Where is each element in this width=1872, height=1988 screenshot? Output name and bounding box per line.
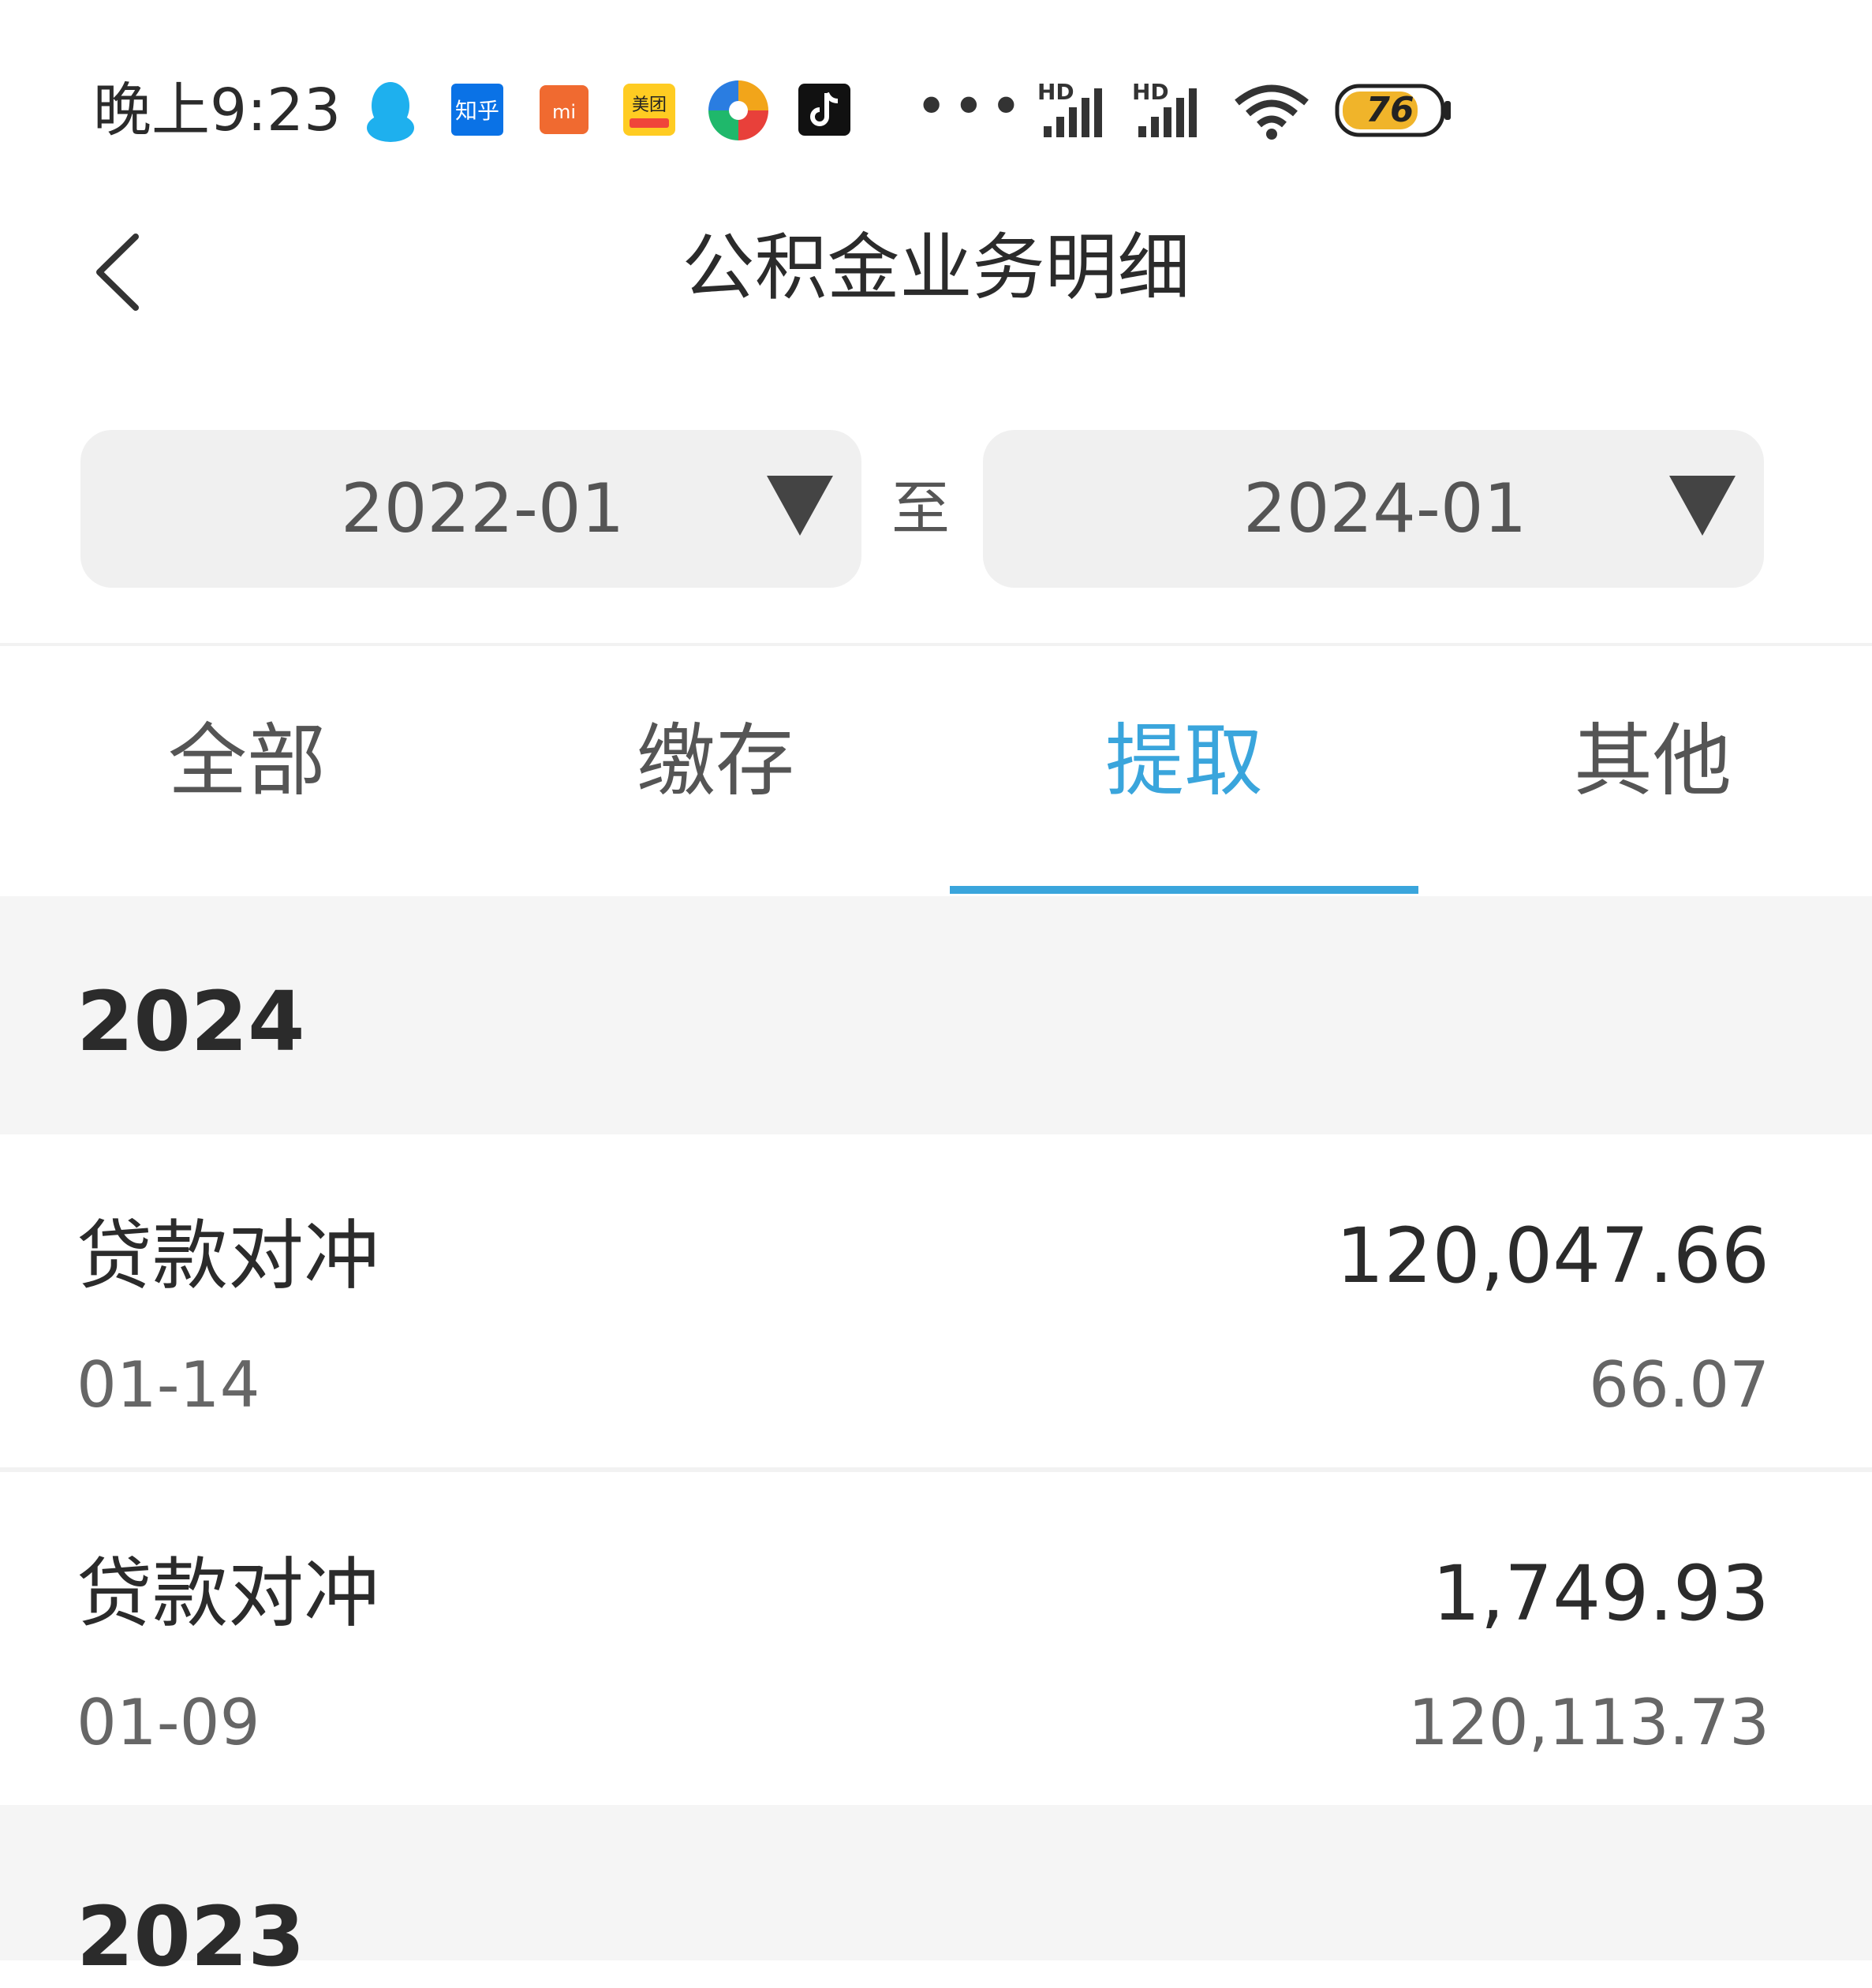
status-bar: 晚上9:23 知乎 mi 美团 ••• HD HD 76 — [0, 0, 1872, 181]
year-label: 2024 — [77, 973, 305, 1070]
record-type: 贷款对冲 — [77, 1549, 379, 1638]
divider — [0, 643, 1872, 646]
tab-withdraw[interactable]: 提取 — [950, 710, 1418, 813]
end-date-value: 2024-01 — [1243, 469, 1527, 548]
list-item[interactable]: 贷款对冲 1,749.93 01-09 120,113.73 — [0, 1472, 1872, 1805]
svg-text:美团: 美团 — [632, 95, 667, 115]
record-balance: 66.07 — [1588, 1348, 1769, 1422]
status-time: 晚上9:23 — [93, 77, 342, 144]
colorful-app-icon — [708, 80, 768, 140]
mi-icon: mi — [540, 85, 589, 134]
date-range-separator: 至 — [891, 475, 950, 543]
signal-strength-icon: HD — [1037, 79, 1116, 142]
tab-other[interactable]: 其他 — [1418, 710, 1872, 813]
start-date-value: 2022-01 — [341, 469, 625, 548]
meituan-icon: 美团 — [623, 84, 675, 136]
end-date-select[interactable]: 2024-01 — [983, 430, 1764, 588]
year-header: 2024 — [0, 896, 1872, 1134]
page-title: 公积金业务明细 — [682, 226, 1190, 310]
svg-text:mi: mi — [552, 101, 576, 123]
tiktok-icon — [798, 84, 850, 136]
record-date: 01-09 — [77, 1686, 260, 1759]
dropdown-triangle-icon — [1669, 476, 1736, 536]
battery-icon: 76 — [1335, 84, 1453, 137]
dropdown-triangle-icon — [767, 476, 833, 536]
qq-icon — [367, 82, 414, 142]
record-balance: 120,113.73 — [1407, 1686, 1769, 1759]
record-type: 贷款对冲 — [77, 1212, 379, 1300]
wifi-icon — [1235, 84, 1309, 140]
year-header: 2023 — [0, 1805, 1872, 1985]
tab-all[interactable]: 全部 — [13, 710, 481, 813]
record-amount: 1,749.93 — [1432, 1549, 1770, 1638]
svg-text:知乎: 知乎 — [455, 98, 499, 124]
record-date: 01-14 — [77, 1348, 260, 1422]
start-date-select[interactable]: 2022-01 — [80, 430, 861, 588]
more-notifications-icon: ••• — [915, 74, 1027, 139]
record-amount: 120,047.66 — [1336, 1212, 1769, 1300]
tab-deposit[interactable]: 缴存 — [481, 710, 950, 813]
year-label: 2023 — [77, 1889, 305, 1985]
active-tab-indicator — [950, 886, 1418, 894]
signal-strength-icon-2: HD — [1132, 79, 1211, 142]
list-item[interactable]: 贷款对冲 120,047.66 01-14 66.07 — [0, 1134, 1872, 1467]
zhihu-icon: 知乎 — [451, 84, 503, 136]
